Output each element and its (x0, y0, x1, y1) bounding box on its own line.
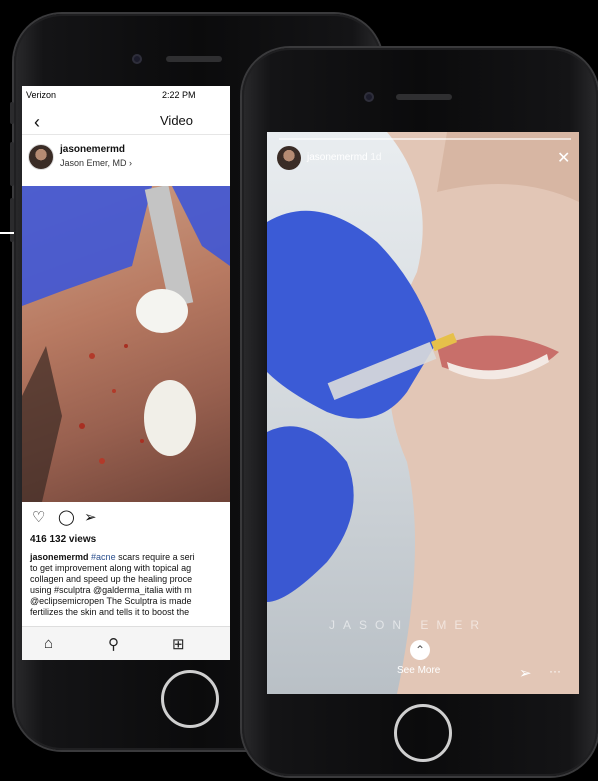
home-icon[interactable]: ⌂ (44, 635, 53, 652)
page-title: Video (160, 113, 194, 128)
avatar[interactable] (277, 146, 301, 170)
front-camera (132, 54, 142, 64)
post-video[interactable] (22, 186, 230, 502)
tab-bar: ⌂ ⚲ ⊞ (22, 626, 230, 660)
earpiece-speaker (166, 56, 222, 62)
more-icon[interactable]: ··· (549, 664, 561, 678)
decorative-dash (0, 232, 14, 234)
post-video-graphic (22, 186, 230, 502)
volume-up-button (10, 142, 14, 186)
carrier-label: Verizon (26, 90, 57, 100)
caption-hashtag[interactable]: #acne (91, 552, 116, 562)
chevron-up-icon[interactable]: ⌃ (410, 640, 430, 660)
home-button[interactable] (394, 704, 452, 762)
home-button[interactable] (161, 670, 219, 728)
earpiece-speaker (396, 94, 452, 100)
caption-line: using #sculptra @galderma_italia with m (30, 585, 192, 595)
caption-line: to get improvement along with topical ag (30, 563, 192, 573)
heart-icon[interactable]: ♡ (32, 508, 45, 526)
story-age: 1d (370, 152, 382, 163)
post-actions: ♡ ◯ ➢ (22, 506, 230, 530)
back-chevron-icon[interactable]: ‹ (34, 112, 40, 133)
view-count: 416 132 views (30, 534, 97, 545)
volume-down-button (10, 198, 14, 242)
post-caption: jasonemermd #acne scars require a seri t… (30, 552, 230, 618)
add-icon[interactable]: ⊞ (172, 635, 185, 653)
nav-bar: ‹ Video (22, 108, 230, 135)
story-image (267, 132, 579, 694)
send-icon[interactable]: ➢ (84, 508, 97, 526)
close-icon[interactable]: ✕ (557, 148, 570, 168)
instagram-video-screen: Verizon 2:22 PM ‹ Video jasonemermd Jaso… (22, 86, 230, 660)
send-icon[interactable]: ➢ (519, 664, 532, 682)
front-camera (364, 92, 374, 102)
status-time: 2:22 PM (162, 90, 196, 100)
story-username-text: jasonemermd (307, 152, 368, 163)
caption-line: @eclipsemicropen The Sculptra is made (30, 596, 192, 606)
instagram-story-screen[interactable]: jasonemermd 1d ✕ JASON EMER ⌃ See More ➢… (267, 132, 579, 694)
post-header: jasonemermd Jason Emer, MD › (22, 136, 230, 184)
post-subtitle[interactable]: Jason Emer, MD › (60, 158, 132, 168)
see-more-link[interactable]: See More (397, 665, 440, 676)
search-icon[interactable]: ⚲ (108, 635, 119, 653)
watermark: JASON EMER (329, 618, 488, 632)
comment-icon[interactable]: ◯ (58, 508, 75, 526)
caption-line: scars require a seri (118, 552, 195, 562)
mute-switch (10, 102, 14, 124)
caption-username[interactable]: jasonemermd (30, 552, 89, 562)
caption-line: fertilizes the skin and tells it to boos… (30, 607, 190, 617)
story-username[interactable]: jasonemermd 1d (307, 152, 382, 163)
avatar[interactable] (28, 144, 54, 170)
status-bar: Verizon 2:22 PM (22, 86, 230, 104)
post-username[interactable]: jasonemermd (60, 144, 125, 155)
story-progress-bar (279, 138, 571, 140)
caption-line: collagen and speed up the healing proce (30, 574, 193, 584)
